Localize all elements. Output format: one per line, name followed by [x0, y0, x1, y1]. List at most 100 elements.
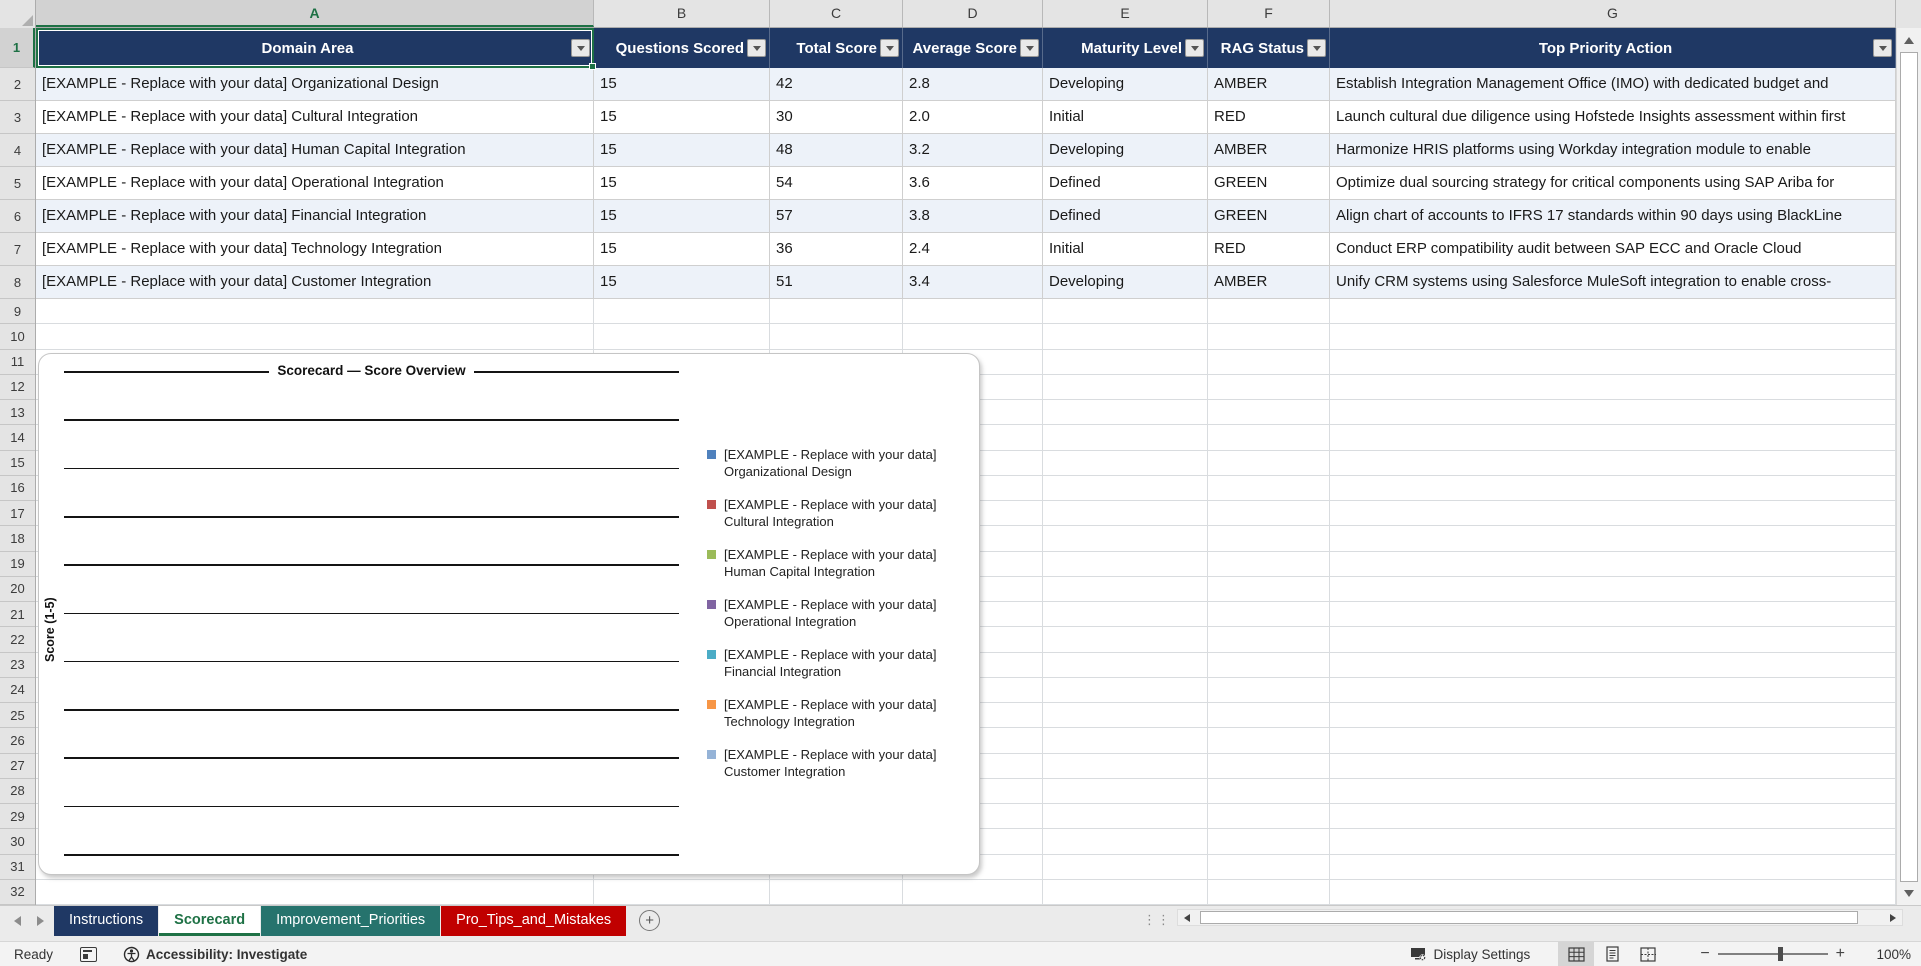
header-cell-F[interactable]: RAG Status [1208, 28, 1330, 68]
column-header-D[interactable]: D [903, 0, 1043, 27]
accessibility-status[interactable]: Accessibility: Investigate [123, 946, 307, 963]
row-header-18[interactable]: 18 [0, 526, 35, 552]
row-header-19[interactable]: 19 [0, 551, 35, 577]
sheet-tab-scorecard[interactable]: Scorecard [159, 906, 261, 936]
table-row[interactable]: [EXAMPLE - Replace with your data] Opera… [36, 167, 1896, 200]
legend-item[interactable]: [EXAMPLE - Replace with your data] Financ… [707, 646, 969, 680]
row-header-11[interactable]: 11 [0, 349, 35, 375]
header-cell-B[interactable]: Questions Scored [594, 28, 770, 68]
cell-C2[interactable]: 42 [770, 68, 903, 101]
cell-E2[interactable]: Developing [1043, 68, 1208, 101]
row-header-20[interactable]: 20 [0, 576, 35, 602]
header-cell-C[interactable]: Total Score [770, 28, 903, 68]
row-header-22[interactable]: 22 [0, 627, 35, 653]
filter-dropdown-B[interactable] [747, 39, 766, 57]
header-cell-G[interactable]: Top Priority Action [1330, 28, 1896, 68]
sheet-tab-instructions[interactable]: Instructions [54, 906, 159, 936]
row-header-21[interactable]: 21 [0, 602, 35, 628]
cell-E6[interactable]: Defined [1043, 200, 1208, 233]
cell-A6[interactable]: [EXAMPLE - Replace with your data] Finan… [36, 200, 594, 233]
column-header-C[interactable]: C [770, 0, 903, 27]
cell-C4[interactable]: 48 [770, 134, 903, 167]
cell-B4[interactable]: 15 [594, 134, 770, 167]
cell-A5[interactable]: [EXAMPLE - Replace with your data] Opera… [36, 167, 594, 200]
cell-G7[interactable]: Conduct ERP compatibility audit between … [1330, 233, 1896, 266]
table-row[interactable]: [EXAMPLE - Replace with your data] Finan… [36, 200, 1896, 233]
cell-G3[interactable]: Launch cultural due diligence using Hofs… [1330, 101, 1896, 134]
zoom-slider-track[interactable] [1717, 947, 1828, 961]
row-header-25[interactable]: 25 [0, 703, 35, 729]
scroll-down-button[interactable] [1899, 883, 1919, 903]
row-header-5[interactable]: 5 [0, 167, 35, 200]
worksheet-grid[interactable]: Domain Area Questions Scored Total Score Av… [36, 28, 1896, 905]
row-header-31[interactable]: 31 [0, 854, 35, 880]
row-header-29[interactable]: 29 [0, 804, 35, 830]
cell-A3[interactable]: [EXAMPLE - Replace with your data] Cultu… [36, 101, 594, 134]
cell-D7[interactable]: 2.4 [903, 233, 1043, 266]
scrollbar-resize-handle[interactable]: ⋮⋮ [1143, 912, 1171, 928]
row-header-7[interactable]: 7 [0, 233, 35, 266]
row-header-8[interactable]: 8 [0, 266, 35, 299]
legend-item[interactable]: [EXAMPLE - Replace with your data] Organi… [707, 446, 969, 480]
cell-G8[interactable]: Unify CRM systems using Salesforce MuleS… [1330, 266, 1896, 299]
column-header-G[interactable]: G [1330, 0, 1896, 27]
cell-F6[interactable]: GREEN [1208, 200, 1330, 233]
display-settings-button[interactable]: Display Settings [1410, 947, 1530, 962]
row-header-13[interactable]: 13 [0, 400, 35, 426]
filter-dropdown-E[interactable] [1185, 39, 1204, 57]
filter-dropdown-D[interactable] [1020, 39, 1039, 57]
sheet-tab-improvement_priorities[interactable]: Improvement_Priorities [261, 906, 441, 936]
cell-G4[interactable]: Harmonize HRIS platforms using Workday i… [1330, 134, 1896, 167]
table-row[interactable]: [EXAMPLE - Replace with your data] Organ… [36, 68, 1896, 101]
cell-D2[interactable]: 2.8 [903, 68, 1043, 101]
cell-F5[interactable]: GREEN [1208, 167, 1330, 200]
cell-E8[interactable]: Developing [1043, 266, 1208, 299]
vertical-scrollbar-thumb[interactable] [1900, 52, 1918, 882]
cell-B8[interactable]: 15 [594, 266, 770, 299]
cell-B3[interactable]: 15 [594, 101, 770, 134]
cell-C3[interactable]: 30 [770, 101, 903, 134]
cell-A8[interactable]: [EXAMPLE - Replace with your data] Custo… [36, 266, 594, 299]
header-cell-E[interactable]: Maturity Level [1043, 28, 1208, 68]
row-header-1[interactable]: 1 [0, 28, 35, 68]
cell-B7[interactable]: 15 [594, 233, 770, 266]
row-header-15[interactable]: 15 [0, 450, 35, 476]
cell-C6[interactable]: 57 [770, 200, 903, 233]
row-header-32[interactable]: 32 [0, 879, 35, 905]
column-header-A[interactable]: A [36, 0, 594, 27]
row-header-27[interactable]: 27 [0, 753, 35, 779]
cell-D8[interactable]: 3.4 [903, 266, 1043, 299]
zoom-out-button[interactable]: − [1692, 945, 1717, 963]
scroll-left-button[interactable] [1178, 910, 1196, 925]
column-header-F[interactable]: F [1208, 0, 1330, 27]
scroll-up-button[interactable] [1899, 30, 1919, 50]
row-header-28[interactable]: 28 [0, 778, 35, 804]
cell-E7[interactable]: Initial [1043, 233, 1208, 266]
cell-F8[interactable]: AMBER [1208, 266, 1330, 299]
cell-B6[interactable]: 15 [594, 200, 770, 233]
cell-B2[interactable]: 15 [594, 68, 770, 101]
row-header-17[interactable]: 17 [0, 501, 35, 527]
table-row[interactable]: [EXAMPLE - Replace with your data] Cultu… [36, 101, 1896, 134]
select-all-corner[interactable] [0, 0, 36, 28]
legend-item[interactable]: [EXAMPLE - Replace with your data] Custom… [707, 746, 969, 780]
row-header-14[interactable]: 14 [0, 425, 35, 451]
filter-dropdown-C[interactable] [880, 39, 899, 57]
cell-A7[interactable]: [EXAMPLE - Replace with your data] Techn… [36, 233, 594, 266]
column-header-B[interactable]: B [594, 0, 770, 27]
cell-G6[interactable]: Align chart of accounts to IFRS 17 stand… [1330, 200, 1896, 233]
cell-E4[interactable]: Developing [1043, 134, 1208, 167]
header-cell-A[interactable]: Domain Area [36, 28, 594, 68]
table-row[interactable]: [EXAMPLE - Replace with your data] Custo… [36, 266, 1896, 299]
next-sheet-button[interactable] [37, 916, 44, 926]
cell-C7[interactable]: 36 [770, 233, 903, 266]
cell-G2[interactable]: Establish Integration Management Office … [1330, 68, 1896, 101]
row-header-26[interactable]: 26 [0, 728, 35, 754]
row-header-6[interactable]: 6 [0, 200, 35, 233]
row-header-9[interactable]: 9 [0, 299, 35, 325]
cell-E3[interactable]: Initial [1043, 101, 1208, 134]
sheet-tab-pro_tips_and_mistakes[interactable]: Pro_Tips_and_Mistakes [441, 906, 627, 936]
filter-dropdown-G[interactable] [1873, 39, 1892, 57]
scroll-right-button[interactable] [1884, 910, 1902, 925]
column-header-E[interactable]: E [1043, 0, 1208, 27]
